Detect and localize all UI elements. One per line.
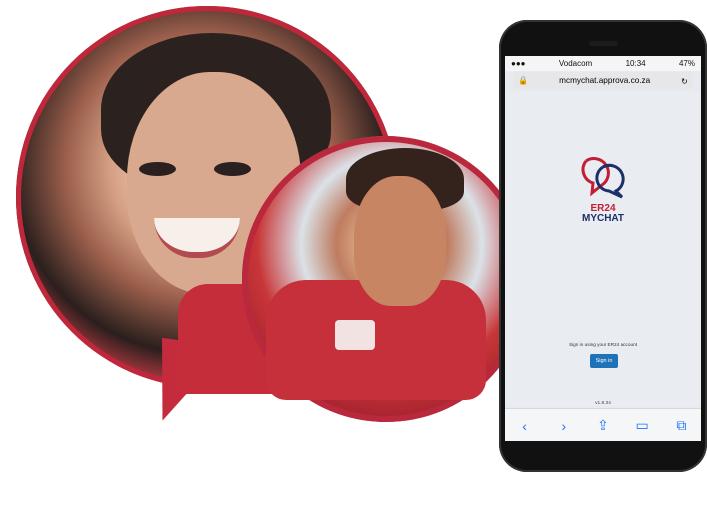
share-icon[interactable]: ⇪ [594, 417, 612, 434]
chat-logo-icon [581, 157, 625, 199]
signin-caption: Sign in using your ER24 account [568, 342, 637, 347]
brand-mychat: MYCHAT [581, 213, 625, 224]
woman-eye-left [139, 162, 176, 176]
chevron-right-icon[interactable]: › [555, 418, 573, 434]
book-icon[interactable]: ▭ [633, 417, 651, 434]
url-text: mcmychat.approva.co.za [559, 76, 651, 85]
address-bar[interactable]: 🔒 mcmychat.approva.co.za ↻ [513, 72, 693, 89]
carrier-label: Vodacom [558, 59, 593, 68]
tabs-icon[interactable]: ⧉ [672, 417, 690, 434]
battery-label: 47% [678, 59, 695, 68]
phone-screen: ●●● Vodacom 10:34 47% 🔒 mcmychat.approva… [505, 56, 701, 441]
version-label: v1.8.34 [595, 401, 611, 406]
phone-speaker [589, 41, 618, 46]
jacket-badge [335, 320, 375, 350]
browser-toolbar: ‹ › ⇪ ▭ ⧉ [505, 408, 701, 441]
signin-button[interactable]: Sign in [590, 354, 618, 368]
chevron-left-icon[interactable]: ‹ [516, 418, 534, 434]
signal-icon: ●●● [511, 59, 526, 68]
time-label: 10:34 [625, 59, 646, 68]
brand-logo-text: ER24 MYCHAT [574, 204, 632, 224]
status-bar: ●●● Vodacom 10:34 47% [505, 56, 701, 71]
woman-eye-right [214, 162, 251, 176]
refresh-icon[interactable]: ↻ [681, 76, 688, 86]
man-face [354, 176, 446, 306]
lock-icon: 🔒 [518, 75, 529, 85]
